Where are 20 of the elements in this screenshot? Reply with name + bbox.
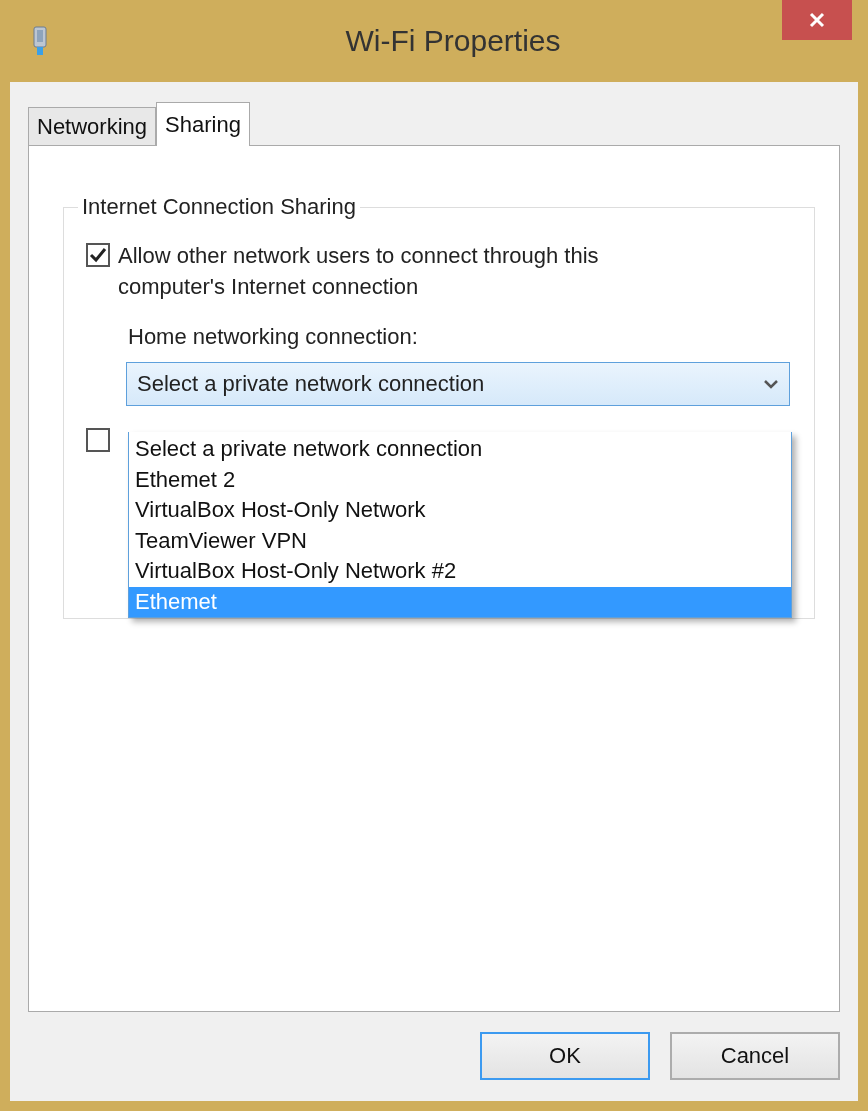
dropdown-option[interactable]: VirtualBox Host-Only Network [129,495,791,526]
checkbox[interactable] [86,243,110,267]
dialog-button[interactable]: Cancel [670,1032,840,1080]
dialog-button[interactable]: OK [480,1032,650,1080]
close-button[interactable] [782,0,852,40]
dropdown-option[interactable]: VirtualBox Host-Only Network #2 [129,556,791,587]
field-label: Home networking connection: [128,324,419,350]
tab[interactable]: Sharing [156,102,250,146]
window-title: Wi-Fi Properties [344,24,562,58]
dropdown-option[interactable]: Select a private network connection [129,434,791,465]
tab[interactable]: Networking [28,107,157,145]
close-icon [808,11,826,29]
checkbox-label: Allow other network users to connect through this computer's Internet connection [118,242,600,301]
dropdown-field[interactable]: Select a private network connection [126,362,790,406]
chevron-icon [763,378,779,390]
dropdown-option[interactable]: Ethemet 2 [129,464,791,495]
network-adapter-icon [32,26,48,56]
dropdown-option[interactable]: TeamViewer VPN [129,525,791,556]
checkbox[interactable] [86,428,110,452]
group-title: Internet Connection Sharing [81,194,357,220]
